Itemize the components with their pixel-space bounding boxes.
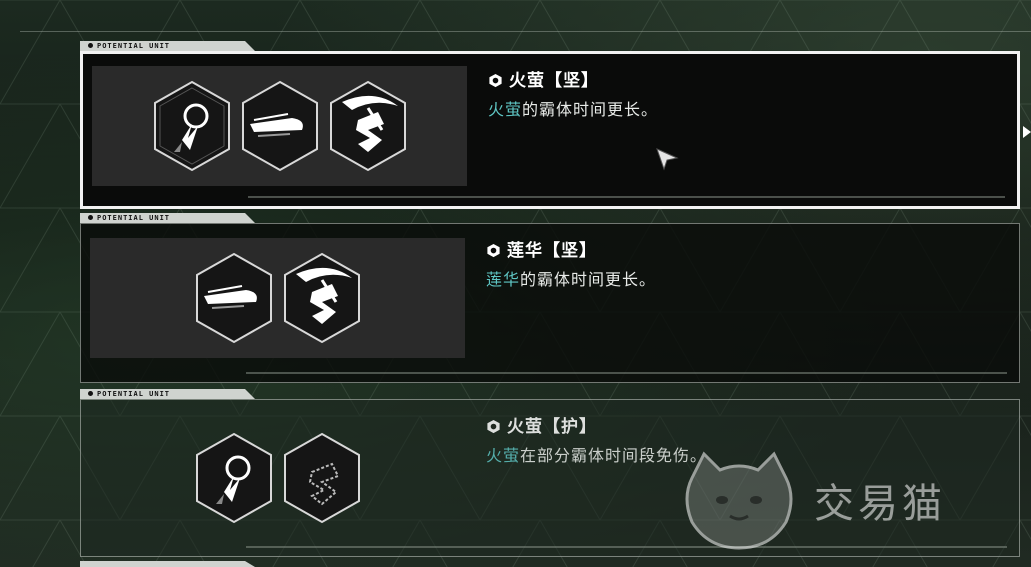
cat-logo-icon [685,451,793,550]
card-title: 莲华【坚】 [486,236,597,261]
potential-card-2[interactable]: POTENTIAL UNIT 莲华【坚】 莲华的霸体时间更长。 [80,213,1020,383]
card-tag: POTENTIAL UNIT [80,213,255,223]
skill-icons-box [92,66,467,186]
next-card-tag [80,561,255,567]
card-panel-selected[interactable]: 火萤【坚】 火萤的霸体时间更长。 [80,51,1031,209]
card-description: 火萤的霸体时间更长。 [488,100,659,119]
card-panel[interactable]: 莲华【坚】 莲华的霸体时间更长。 [80,223,1020,383]
skill-icons-box [90,238,465,358]
watermark: 交易猫 [680,448,946,552]
flame-orb-icon [152,80,232,172]
card-description: 火萤在部分霸体时间段免伤。 [486,446,708,465]
hexagon-bullet-icon [487,419,500,434]
potential-card-1[interactable]: POTENTIAL UNIT 火萤【坚】 火萤的霸体时间更长。 [80,41,1031,209]
card-tag: POTENTIAL UNIT [80,389,255,399]
card-description: 莲华的霸体时间更长。 [486,270,657,289]
cursor-arrow-icon [656,148,679,171]
top-divider [20,31,1031,32]
card-bottom-rule [246,372,1007,374]
watermark-text: 交易猫 [814,481,946,527]
scythe-strike-outline-icon [282,432,362,524]
card-title: 火萤【坚】 [488,66,599,91]
scythe-strike-icon [282,252,362,344]
card-title: 火萤【护】 [486,412,597,437]
hexagon-bullet-icon [489,73,502,88]
skill-icons-box [90,418,465,538]
hexagon-bullet-icon [487,243,500,258]
dash-slash-icon [194,252,274,344]
dash-slash-icon [240,80,320,172]
selection-arrow-icon [1023,126,1031,138]
card-tag: POTENTIAL UNIT [80,41,255,51]
card-bottom-rule [248,196,1005,198]
flame-orb-icon [194,432,274,524]
scythe-strike-icon [328,80,408,172]
